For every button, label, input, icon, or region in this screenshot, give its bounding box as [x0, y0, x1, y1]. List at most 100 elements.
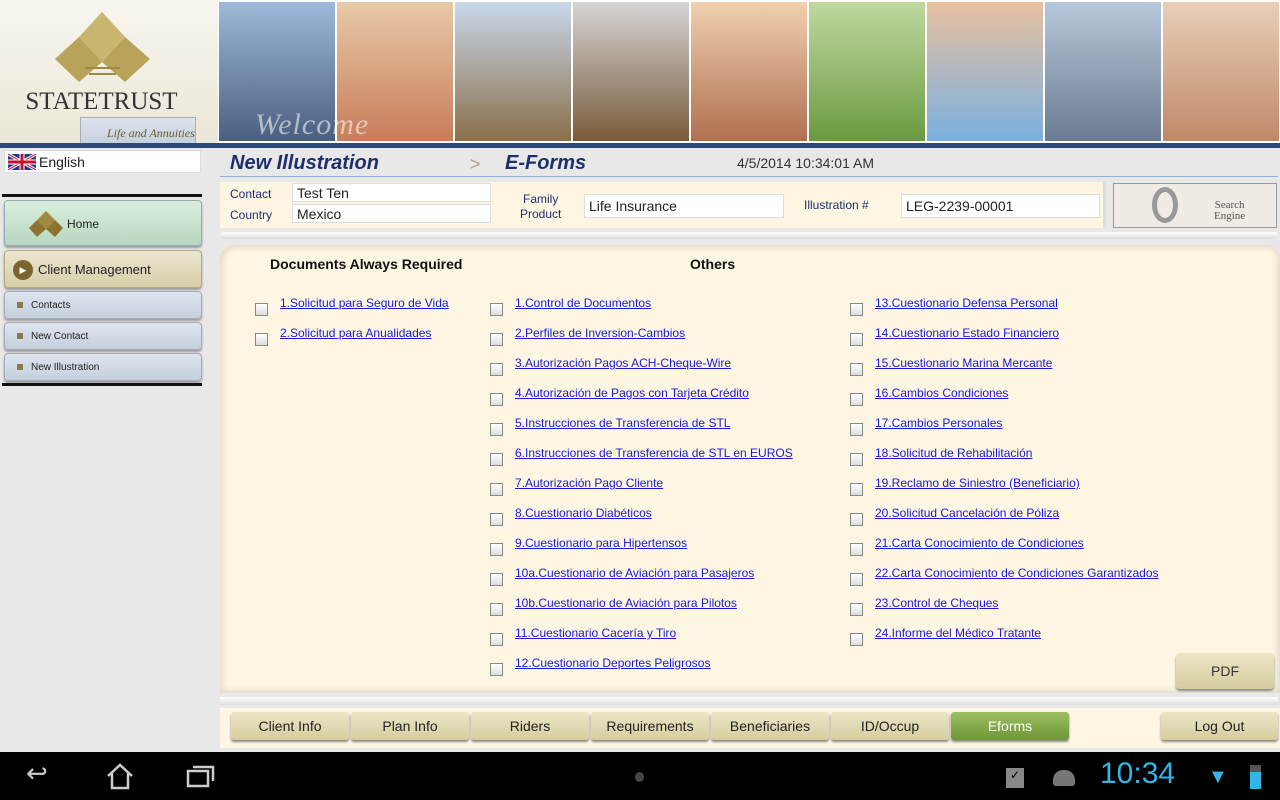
- pdf-button[interactable]: PDF: [1176, 653, 1274, 689]
- form-checkbox[interactable]: [850, 333, 863, 346]
- tab-eforms[interactable]: Eforms: [951, 712, 1069, 740]
- form-link[interactable]: 10a.Cuestionario de Aviación para Pasaje…: [515, 566, 754, 580]
- android-system-bar: ↩ ✓ 10:34 ▼: [0, 752, 1280, 800]
- wifi-icon: ▼: [1208, 766, 1228, 788]
- statetrust-logo: STATETRUST Life and Annuities: [0, 0, 218, 145]
- form-link[interactable]: 3.Autorización Pagos ACH-Cheque-Wire: [515, 356, 731, 370]
- form-checkbox[interactable]: [850, 513, 863, 526]
- uk-flag-icon: [8, 154, 36, 170]
- client-management-button[interactable]: ▶ Client Management: [4, 250, 202, 288]
- illustration-number-field[interactable]: LEG-2239-00001: [901, 194, 1100, 218]
- sidebar-item-new-illustration[interactable]: New Illustration: [4, 353, 202, 381]
- form-checkbox[interactable]: [490, 363, 503, 376]
- form-link[interactable]: 8.Cuestionario Diabéticos: [515, 506, 652, 520]
- form-link[interactable]: 4.Autorización de Pagos con Tarjeta Créd…: [515, 386, 749, 400]
- form-link[interactable]: 2.Perfiles de Inversion-Cambios: [515, 326, 685, 340]
- tab-requirements[interactable]: Requirements: [591, 712, 709, 740]
- form-link[interactable]: 13.Cuestionario Defensa Personal: [875, 296, 1058, 310]
- form-checkbox[interactable]: [255, 303, 268, 316]
- form-link[interactable]: 23.Control de Cheques: [875, 596, 998, 610]
- search-label-line2: Engine: [1214, 210, 1246, 222]
- form-link[interactable]: 22.Carta Conocimiento de Condiciones Gar…: [875, 566, 1159, 580]
- form-checkbox[interactable]: [490, 663, 503, 676]
- tab-beneficiaries[interactable]: Beneficiaries: [711, 712, 829, 740]
- form-checkbox[interactable]: [850, 633, 863, 646]
- language-selector[interactable]: English: [4, 150, 201, 173]
- form-link[interactable]: 18.Solicitud de Rehabilitación: [875, 446, 1032, 460]
- tab-id-occup[interactable]: ID/Occup: [831, 712, 949, 740]
- form-checkbox[interactable]: [490, 573, 503, 586]
- form-checkbox[interactable]: [850, 363, 863, 376]
- form-checkbox[interactable]: [850, 483, 863, 496]
- form-link[interactable]: 1.Solicitud para Seguro de Vida: [280, 296, 449, 310]
- search-engine-button[interactable]: Search Engine: [1113, 183, 1277, 228]
- form-link[interactable]: 20.Solicitud Cancelación de Póliza: [875, 506, 1059, 520]
- form-link[interactable]: 5.Instrucciones de Transferencia de STL: [515, 416, 730, 430]
- form-link[interactable]: 7.Autorización Pago Cliente: [515, 476, 663, 490]
- home-icon[interactable]: [105, 762, 135, 790]
- bullet-icon: [17, 333, 23, 339]
- form-link[interactable]: 15.Cuestionario Marina Mercante: [875, 356, 1052, 370]
- form-link[interactable]: 2.Solicitud para Anualidades: [280, 326, 431, 340]
- form-checkbox[interactable]: [850, 573, 863, 586]
- contact-field[interactable]: Test Ten: [292, 183, 491, 202]
- form-link[interactable]: 6.Instrucciones de Transferencia de STL …: [515, 446, 793, 460]
- form-link[interactable]: 19.Reclamo de Siniestro (Beneficiario): [875, 476, 1080, 490]
- form-link[interactable]: 9.Cuestionario para Hipertensos: [515, 536, 687, 550]
- form-link[interactable]: 11.Cuestionario Cacería y Tiro: [515, 626, 676, 640]
- form-checkbox[interactable]: [850, 423, 863, 436]
- form-link[interactable]: 24.Informe del Médico Tratante: [875, 626, 1041, 640]
- form-checkbox[interactable]: [490, 633, 503, 646]
- form-link[interactable]: 14.Cuestionario Estado Financiero: [875, 326, 1059, 340]
- back-icon[interactable]: ↩: [26, 758, 48, 789]
- logout-button[interactable]: Log Out: [1161, 712, 1278, 740]
- breadcrumb-arrow-icon: >: [470, 154, 481, 174]
- form-link[interactable]: 12.Cuestionario Deportes Peligrosos: [515, 656, 710, 670]
- sidebar-item-new-contact[interactable]: New Contact: [4, 322, 202, 350]
- divider: [220, 697, 1278, 705]
- family-label: Family: [523, 192, 559, 206]
- bullet-icon: [17, 364, 23, 370]
- illustration-info-bar: Contact Test Ten Country Mexico Family P…: [220, 182, 1106, 228]
- tab-plan-info[interactable]: Plan Info: [351, 712, 469, 740]
- form-checkbox[interactable]: [490, 483, 503, 496]
- form-checkbox[interactable]: [490, 423, 503, 436]
- country-label: Country: [230, 208, 273, 222]
- form-checkbox[interactable]: [490, 453, 503, 466]
- tab-client-info[interactable]: Client Info: [231, 712, 349, 740]
- form-checkbox[interactable]: [490, 303, 503, 316]
- battery-icon: [1250, 765, 1261, 789]
- form-checkbox[interactable]: [850, 393, 863, 406]
- breadcrumb-new-illustration[interactable]: New Illustration: [230, 152, 379, 175]
- country-field[interactable]: Mexico: [292, 204, 491, 223]
- magnifier-icon: [1152, 187, 1178, 223]
- form-checkbox[interactable]: [490, 393, 503, 406]
- form-checkbox[interactable]: [490, 513, 503, 526]
- form-link[interactable]: 1.Control de Documentos: [515, 296, 651, 310]
- header-divider: [0, 143, 1280, 148]
- form-checkbox[interactable]: [255, 333, 268, 346]
- home-button[interactable]: Home: [4, 200, 202, 246]
- tab-riders[interactable]: Riders: [471, 712, 589, 740]
- form-link[interactable]: 10b.Cuestionario de Aviación para Piloto…: [515, 596, 737, 610]
- sidebar-item-contacts[interactable]: Contacts: [4, 291, 202, 319]
- form-link[interactable]: 21.Carta Conocimiento de Condiciones: [875, 536, 1084, 550]
- family-product-field[interactable]: Life Insurance: [584, 194, 784, 218]
- diamond-logo-icon: [55, 12, 150, 82]
- form-link[interactable]: 17.Cambios Personales: [875, 416, 1002, 430]
- form-checkbox[interactable]: [490, 543, 503, 556]
- brand-name: STATETRUST: [25, 88, 178, 115]
- form-checkbox[interactable]: [490, 333, 503, 346]
- form-link[interactable]: 16.Cambios Condiciones: [875, 386, 1008, 400]
- bullet-icon: [17, 302, 23, 308]
- contact-label: Contact: [230, 187, 272, 201]
- form-checkbox[interactable]: [850, 543, 863, 556]
- form-checkbox[interactable]: [490, 603, 503, 616]
- recent-apps-icon[interactable]: [186, 764, 216, 788]
- form-checkbox[interactable]: [850, 603, 863, 616]
- divider: [220, 176, 1278, 177]
- form-checkbox[interactable]: [850, 303, 863, 316]
- product-label: Product: [520, 207, 562, 221]
- form-checkbox[interactable]: [850, 453, 863, 466]
- play-circle-icon: ▶: [13, 260, 33, 280]
